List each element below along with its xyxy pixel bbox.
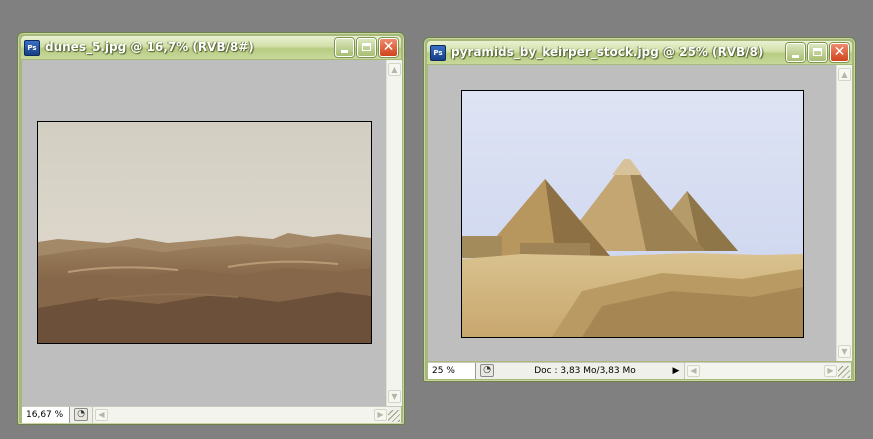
zoom-level-field[interactable]: 25 % [428,363,476,379]
minimize-icon [792,55,799,58]
title-bar[interactable]: Ps pyramids_by_keirper_stock.jpg @ 25% (… [427,41,852,64]
maximize-icon [362,43,371,51]
scroll-left-button[interactable]: ◀ [687,365,700,377]
navigator-button[interactable]: ◔ [480,364,494,377]
scroll-down-button[interactable]: ▼ [838,345,851,358]
navigator-icon: ◔ [483,365,491,375]
document-size-info: Doc : 3,83 Mo/3,83 Mo [534,366,636,376]
pyramids-photo [461,90,804,338]
close-button[interactable]: ✕ [830,43,849,62]
vertical-scrollbar[interactable]: ▲ ▼ [836,65,852,361]
scroll-up-button[interactable]: ▲ [838,68,851,81]
maximize-icon [813,48,822,56]
horizontal-scrollbar[interactable]: ◀ ▶ [684,363,839,379]
vertical-scrollbar[interactable]: ▲ ▼ [386,60,402,406]
scroll-right-button[interactable]: ▶ [374,409,387,421]
maximize-button[interactable] [808,43,827,62]
scroll-right-button[interactable]: ▶ [824,365,837,377]
scroll-left-button[interactable]: ◀ [95,409,108,421]
window-title: dunes_5.jpg @ 16,7% (RVB/8#) [45,40,254,54]
status-menu-arrow[interactable]: ▶ [670,364,682,378]
zoom-level-field[interactable]: 16,67 % [22,407,70,423]
window-title: pyramids_by_keirper_stock.jpg @ 25% (RVB… [451,45,764,59]
dunes-image [38,122,371,343]
close-icon: ✕ [382,39,395,55]
dunes-photo [37,121,372,344]
scroll-down-button[interactable]: ▼ [388,390,401,403]
title-bar[interactable]: Ps dunes_5.jpg @ 16,7% (RVB/8#) ✕ [21,36,401,59]
pyramids-image [462,91,803,337]
status-bar: 16,67 % ◔ ◀ ▶ [22,406,401,423]
maximize-button[interactable] [357,38,376,57]
resize-grip[interactable] [838,366,850,378]
document-window-pyramids: Ps pyramids_by_keirper_stock.jpg @ 25% (… [423,37,856,382]
photoshop-document-icon[interactable]: Ps [430,45,446,61]
document-window-dunes: Ps dunes_5.jpg @ 16,7% (RVB/8#) ✕ ▲ ▼ 16… [17,32,405,425]
photoshop-document-icon[interactable]: Ps [24,40,40,56]
minimize-button[interactable] [786,43,805,62]
close-icon: ✕ [833,44,846,60]
resize-grip[interactable] [388,410,400,422]
horizontal-scrollbar[interactable]: ◀ ▶ [92,407,389,423]
minimize-button[interactable] [335,38,354,57]
navigator-button[interactable]: ◔ [74,408,88,421]
document-canvas[interactable] [22,60,386,406]
scroll-up-button[interactable]: ▲ [388,63,401,76]
minimize-icon [341,50,348,53]
navigator-icon: ◔ [77,409,85,419]
close-button[interactable]: ✕ [379,38,398,57]
status-bar: 25 % ◔ Doc : 3,83 Mo/3,83 Mo ▶ ◀ ▶ [428,362,851,379]
document-canvas[interactable] [428,65,836,361]
